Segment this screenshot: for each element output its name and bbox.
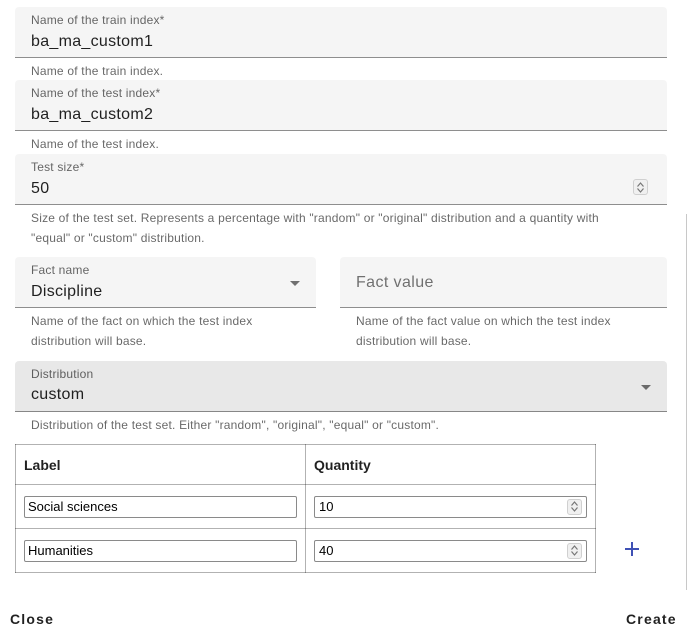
plus-icon: [625, 542, 639, 556]
test-size-label: Test size*: [31, 160, 85, 174]
fact-name-label: Fact name: [31, 263, 90, 277]
label-column-header: Label: [15, 444, 306, 485]
scrollbar[interactable]: [686, 214, 687, 590]
table-cell: 10: [305, 484, 596, 529]
quantity-value: 40: [319, 543, 334, 558]
stepper-up-icon[interactable]: [571, 545, 578, 550]
create-button[interactable]: Create: [626, 611, 677, 627]
fact-value-hint-line2: distribution will base.: [356, 334, 472, 348]
fact-value-hint-line1: Name of the fact value on which the test…: [356, 314, 611, 328]
quantity-stepper[interactable]: [567, 542, 582, 559]
table-header-row: Label Quantity: [15, 444, 596, 485]
fact-name-select[interactable]: Fact name Discipline: [15, 257, 316, 308]
fact-name-hint-line1: Name of the fact on which the test index: [31, 314, 253, 328]
table-cell: 40: [305, 528, 596, 573]
train-index-label: Name of the train index*: [31, 13, 165, 27]
test-index-value[interactable]: ba_ma_custom2: [31, 106, 153, 124]
quantity-input[interactable]: 40: [314, 539, 587, 562]
test-index-field[interactable]: Name of the test index* ba_ma_custom2: [15, 80, 667, 131]
quantity-input[interactable]: 10: [314, 495, 587, 518]
distribution-label: Distribution: [31, 367, 94, 381]
table-row: Social sciences 10: [15, 484, 596, 529]
test-size-field[interactable]: Test size* 50: [15, 154, 667, 205]
stepper-down-icon[interactable]: [571, 551, 578, 556]
stepper-up-icon[interactable]: [571, 501, 578, 506]
label-input[interactable]: Social sciences: [24, 495, 297, 518]
stepper-up-icon[interactable]: [637, 181, 644, 187]
train-index-hint: Name of the train index.: [31, 64, 164, 78]
distribution-table: Label Quantity Social sciences 10 Humani…: [15, 444, 596, 573]
distribution-value: custom: [31, 386, 85, 403]
stepper-down-icon[interactable]: [637, 187, 644, 193]
chevron-down-icon[interactable]: [641, 385, 651, 390]
distribution-select[interactable]: Distribution custom: [15, 361, 667, 412]
fact-name-value: Discipline: [31, 283, 103, 300]
quantity-stepper[interactable]: [567, 498, 582, 515]
test-size-hint-line1: Size of the test set. Represents a perce…: [31, 211, 599, 225]
test-size-hint-line2: "equal" or "custom" distribution.: [31, 231, 205, 245]
label-input[interactable]: Humanities: [24, 539, 297, 562]
fact-value-field[interactable]: Fact value: [340, 257, 667, 308]
train-index-field[interactable]: Name of the train index* ba_ma_custom1: [15, 7, 667, 58]
table-row: Humanities 40: [15, 528, 596, 573]
table-cell: Social sciences: [15, 484, 306, 529]
chevron-down-icon[interactable]: [290, 281, 300, 286]
test-index-label: Name of the test index*: [31, 86, 161, 100]
distribution-hint: Distribution of the test set. Either "ra…: [31, 418, 440, 432]
stepper-down-icon[interactable]: [571, 507, 578, 512]
fact-name-hint-line2: distribution will base.: [31, 334, 147, 348]
close-button[interactable]: Close: [10, 611, 54, 627]
train-index-value[interactable]: ba_ma_custom1: [31, 33, 153, 51]
fact-value-placeholder: Fact value: [356, 274, 434, 291]
table-cell: Humanities: [15, 528, 306, 573]
test-size-value[interactable]: 50: [31, 180, 49, 198]
test-index-hint: Name of the test index.: [31, 137, 159, 151]
add-row-button[interactable]: [622, 539, 642, 559]
quantity-value: 10: [319, 499, 334, 514]
quantity-column-header: Quantity: [305, 444, 596, 485]
test-size-stepper[interactable]: [633, 179, 648, 195]
